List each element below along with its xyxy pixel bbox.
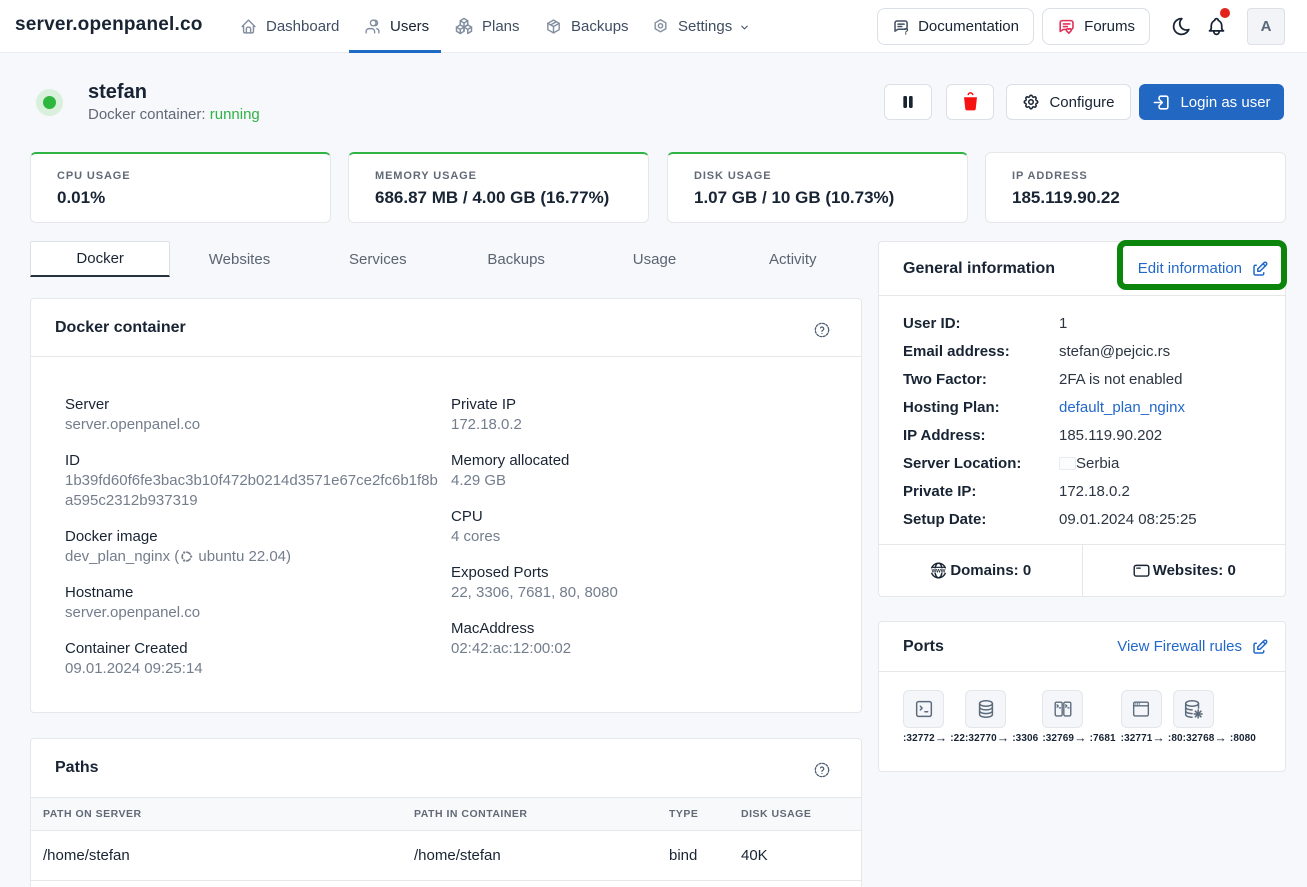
svg-text:?: ?: [903, 25, 909, 36]
svg-text:www: www: [931, 568, 946, 574]
